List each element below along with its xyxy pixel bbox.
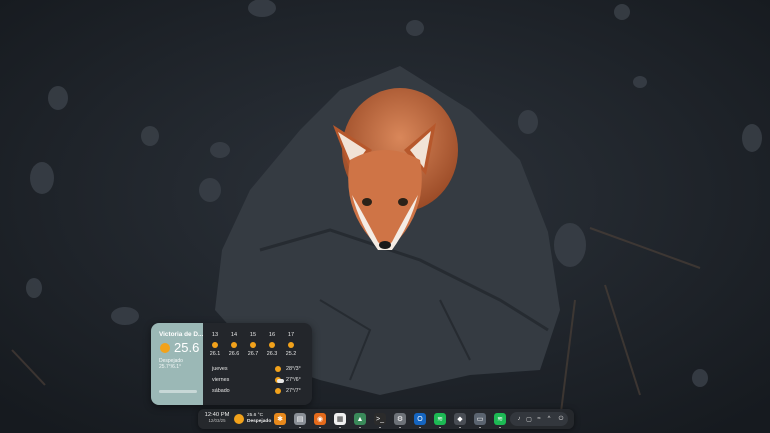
clipboard-icon[interactable]: ▢ bbox=[525, 415, 533, 423]
sun-icon bbox=[160, 343, 170, 353]
hour-label: 15 bbox=[249, 332, 257, 338]
firefox-icon[interactable]: ◉ bbox=[314, 413, 326, 428]
outlook-icon[interactable]: O bbox=[414, 413, 426, 428]
day-name: sábado bbox=[212, 388, 230, 394]
clock[interactable]: 12:40 PM 12/03/25 bbox=[202, 412, 232, 423]
hour-temp: 26.6 bbox=[228, 351, 240, 357]
hour-label: 14 bbox=[230, 332, 238, 338]
daily-forecast-row: sábado 27°/7° bbox=[212, 388, 307, 397]
sun-icon bbox=[275, 366, 281, 372]
terminal-icon[interactable]: >_ bbox=[374, 413, 386, 428]
pinwheel-app-icon[interactable]: ✱ bbox=[274, 413, 286, 428]
daily-forecast-row: viernes 27°/6° bbox=[212, 377, 307, 386]
day-name: viernes bbox=[212, 377, 230, 383]
sun-icon bbox=[234, 414, 244, 424]
hour-temp: 26.7 bbox=[247, 351, 259, 357]
daily-forecast-row: jueves 28°/3° bbox=[212, 366, 307, 375]
volume-icon[interactable]: ♪ bbox=[515, 415, 523, 423]
taskbar: 12:40 PM 12/03/25 25.6 °C Despejado ✱ ▤ ◉ ▦… bbox=[198, 409, 574, 429]
weather-range: 25.7°/6.1° bbox=[159, 364, 182, 370]
partly-cloudy-icon bbox=[275, 377, 284, 383]
weather-widget[interactable]: Victoria de D... 25.6 Despejado 25.7°/6.… bbox=[151, 323, 312, 405]
day-range: 27°/6° bbox=[286, 377, 301, 383]
hour-label: 17 bbox=[287, 332, 295, 338]
display-app-icon[interactable]: ▭ bbox=[474, 413, 486, 428]
hourly-forecast: 16 26.3 bbox=[263, 332, 281, 357]
sun-icon bbox=[212, 342, 218, 348]
calendar-icon[interactable]: ▦ bbox=[334, 413, 346, 428]
day-range: 27°/7° bbox=[286, 388, 301, 394]
sun-icon bbox=[269, 342, 275, 348]
git-app-icon[interactable]: ◆ bbox=[454, 413, 466, 428]
sun-icon bbox=[231, 342, 237, 348]
day-name: jueves bbox=[212, 366, 228, 372]
sun-icon bbox=[288, 342, 294, 348]
hour-temp: 26.1 bbox=[209, 351, 221, 357]
settings-icon[interactable]: ⚙ bbox=[394, 413, 406, 428]
running-indicator bbox=[399, 427, 401, 428]
weather-forecast-panel: 13 26.1 14 26.6 15 26.7 16 26.3 17 25.2 … bbox=[203, 323, 312, 405]
power-icon[interactable]: ⏻ bbox=[557, 415, 565, 423]
chevron-up-icon[interactable]: ^ bbox=[545, 415, 553, 423]
running-indicator bbox=[299, 427, 301, 428]
running-indicator bbox=[439, 427, 441, 428]
hour-temp: 25.2 bbox=[285, 351, 297, 357]
running-indicator bbox=[359, 427, 361, 428]
system-tray[interactable]: ♪ ▢ ≈ ^ ⏻ bbox=[510, 412, 568, 426]
spotify-icon-2[interactable]: ≋ bbox=[494, 413, 506, 428]
running-indicator bbox=[339, 427, 341, 428]
hourly-forecast: 13 26.1 bbox=[206, 332, 224, 357]
running-indicator bbox=[419, 427, 421, 428]
hour-label: 16 bbox=[268, 332, 276, 338]
taskbar-weather-temp: 25.6 °C bbox=[247, 413, 264, 418]
sun-icon bbox=[275, 388, 281, 394]
running-indicator bbox=[279, 427, 281, 428]
sun-icon bbox=[250, 342, 256, 348]
hourly-forecast: 17 25.2 bbox=[282, 332, 300, 357]
day-range: 28°/3° bbox=[286, 366, 301, 372]
wifi-icon[interactable]: ≈ bbox=[535, 415, 543, 423]
hourly-forecast: 15 26.7 bbox=[244, 332, 262, 357]
taskbar-weather-condition: Despejado bbox=[247, 419, 272, 424]
weather-current-panel: Victoria de D... 25.6 Despejado 25.7°/6.… bbox=[151, 323, 203, 405]
running-indicator bbox=[479, 427, 481, 428]
running-indicator bbox=[319, 427, 321, 428]
hour-label: 13 bbox=[211, 332, 219, 338]
running-indicator bbox=[379, 427, 381, 428]
image-viewer-icon[interactable]: ▲ bbox=[354, 413, 366, 428]
running-indicator bbox=[499, 427, 501, 428]
spotify-icon[interactable]: ≋ bbox=[434, 413, 446, 428]
file-manager-icon[interactable]: ▤ bbox=[294, 413, 306, 428]
running-indicator bbox=[459, 427, 461, 428]
hour-temp: 26.3 bbox=[266, 351, 278, 357]
weather-city: Victoria de D... bbox=[159, 331, 203, 338]
clock-date: 12/03/25 bbox=[208, 418, 226, 423]
current-temperature: 25.6 bbox=[174, 340, 200, 355]
weather-source-link[interactable] bbox=[159, 390, 197, 393]
desktop-wallpaper bbox=[0, 0, 770, 433]
hourly-forecast: 14 26.6 bbox=[225, 332, 243, 357]
